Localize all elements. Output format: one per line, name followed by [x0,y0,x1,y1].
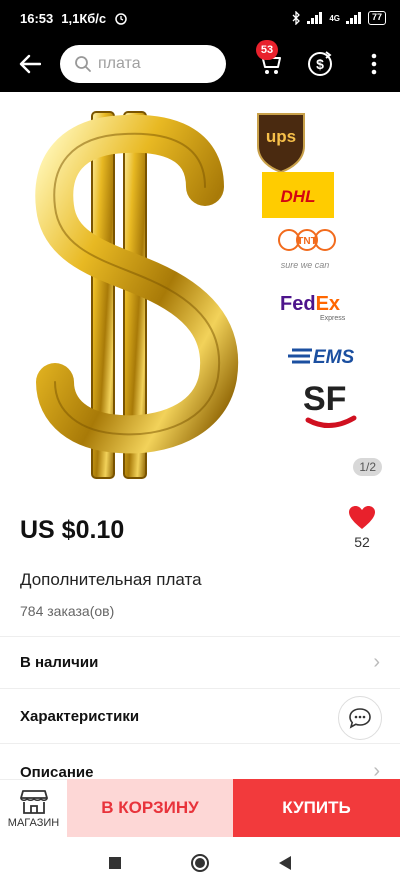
search-box[interactable] [60,45,226,83]
signal-icon-2 [345,12,361,24]
specs-label: Характеристики [20,707,140,725]
svg-text:DHL: DHL [281,187,316,206]
status-bar: 16:53 1,1Кб/с 4G 77 [0,0,400,36]
wishlist-count: 52 [354,534,370,550]
back-button[interactable] [0,36,60,92]
more-menu-button[interactable] [356,44,392,84]
signal-icon [307,12,323,24]
heart-icon [349,506,375,529]
ems-logo: EMS [288,347,355,368]
store-icon [19,789,48,814]
product-image-gallery[interactable]: ups DHL TNT sure we can FedEx Express EM… [0,92,400,484]
wishlist-button[interactable]: 52 [341,506,383,564]
svg-text:EMS: EMS [313,347,355,368]
app-header: 53 $ [0,36,400,92]
system-nav-bar [0,837,400,889]
chevron-right-icon: › [373,651,380,673]
store-label: МАГАЗИН [7,816,60,829]
search-input[interactable] [98,55,208,73]
share-earn-button[interactable]: $ [300,44,340,84]
share-dollar-icon: $ [308,51,332,76]
svg-text:Express: Express [320,315,346,322]
svg-text:SF: SF [303,380,346,418]
tnt-logo: TNT sure we can [278,229,336,270]
chat-button[interactable] [338,696,382,740]
add-to-cart-button[interactable]: В КОРЗИНУ [67,779,233,837]
fedex-logo: FedEx Express [280,293,346,322]
image-counter: 1/2 [353,458,382,476]
status-speed: 1,1Кб/с [61,10,107,26]
cart-count-badge: 53 [256,40,278,60]
bluetooth-icon [292,11,301,25]
availability-label: В наличии [20,654,99,671]
recents-icon[interactable] [108,856,122,870]
action-bar: МАГАЗИН В КОРЗИНУ КУПИТЬ [0,779,400,837]
store-button[interactable]: МАГАЗИН [0,779,67,837]
orders-count: 784 заказа(ов) [20,603,115,619]
svg-text:$: $ [316,56,324,72]
sf-logo: SF [303,380,357,428]
network-type: 4G [329,13,340,23]
product-title: Дополнительная плата [20,570,202,589]
ups-logo: ups [257,113,305,174]
more-vertical-icon [371,53,377,75]
alarm-icon [115,13,127,25]
product-image: ups DHL TNT sure we can FedEx Express EM… [35,111,357,479]
availability-row[interactable]: В наличии › [0,636,400,688]
product-price: US $0.10 [20,516,125,544]
back-arrow-icon [19,54,41,74]
home-icon[interactable] [190,853,210,873]
svg-text:FedEx: FedEx [280,293,340,315]
buy-now-button[interactable]: КУПИТЬ [233,779,400,837]
status-time: 16:53 [20,10,54,26]
svg-text:sure we can: sure we can [281,260,330,270]
svg-text:ups: ups [266,127,296,146]
search-icon [75,56,91,72]
dhl-logo: DHL [262,172,334,218]
back-triangle-icon[interactable] [278,855,292,871]
battery-icon: 77 [367,11,386,25]
svg-text:TNT: TNT [297,236,316,247]
chat-bubble-icon [349,708,371,729]
description-row[interactable]: Описание › [0,743,400,783]
